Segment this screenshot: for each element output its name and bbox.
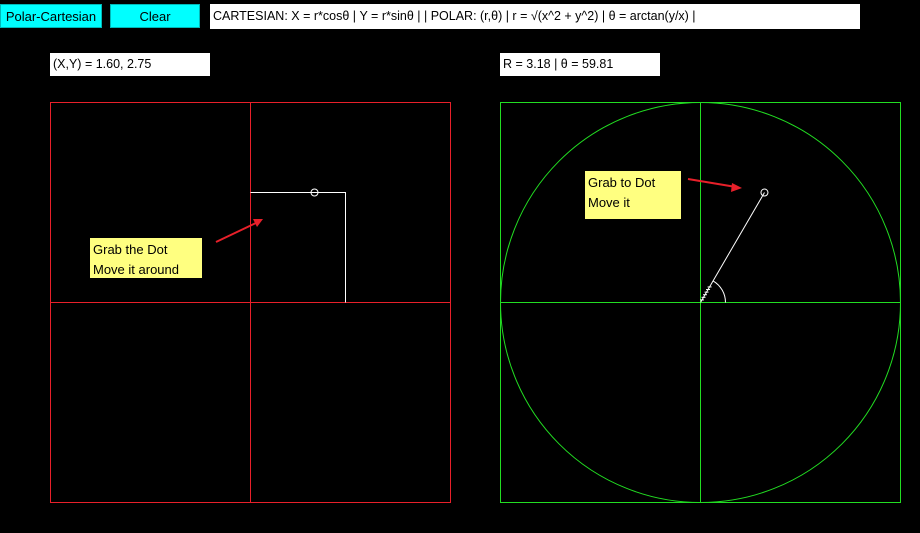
polar-arrow [687,178,742,192]
note-line: Move it [588,195,630,210]
note-line: Move it around [93,262,179,277]
polar-instruction-note: Grab to Dot Move it [585,171,681,219]
cartesian-arrow [215,219,263,243]
polar-plot [500,102,901,503]
note-line: Grab the Dot [93,242,168,257]
cartesian-instruction-note: Grab the Dot Move it around [90,238,202,278]
cartesian-plot [50,102,451,503]
note-line: Grab to Dot [588,175,656,190]
polar-radius-line [700,192,765,303]
app-canvas: Polar-Cartesian Clear CARTESIAN: X = r*c… [0,0,920,533]
cartesian-projection-lines [250,192,346,303]
polar-angle-arc [712,280,726,303]
